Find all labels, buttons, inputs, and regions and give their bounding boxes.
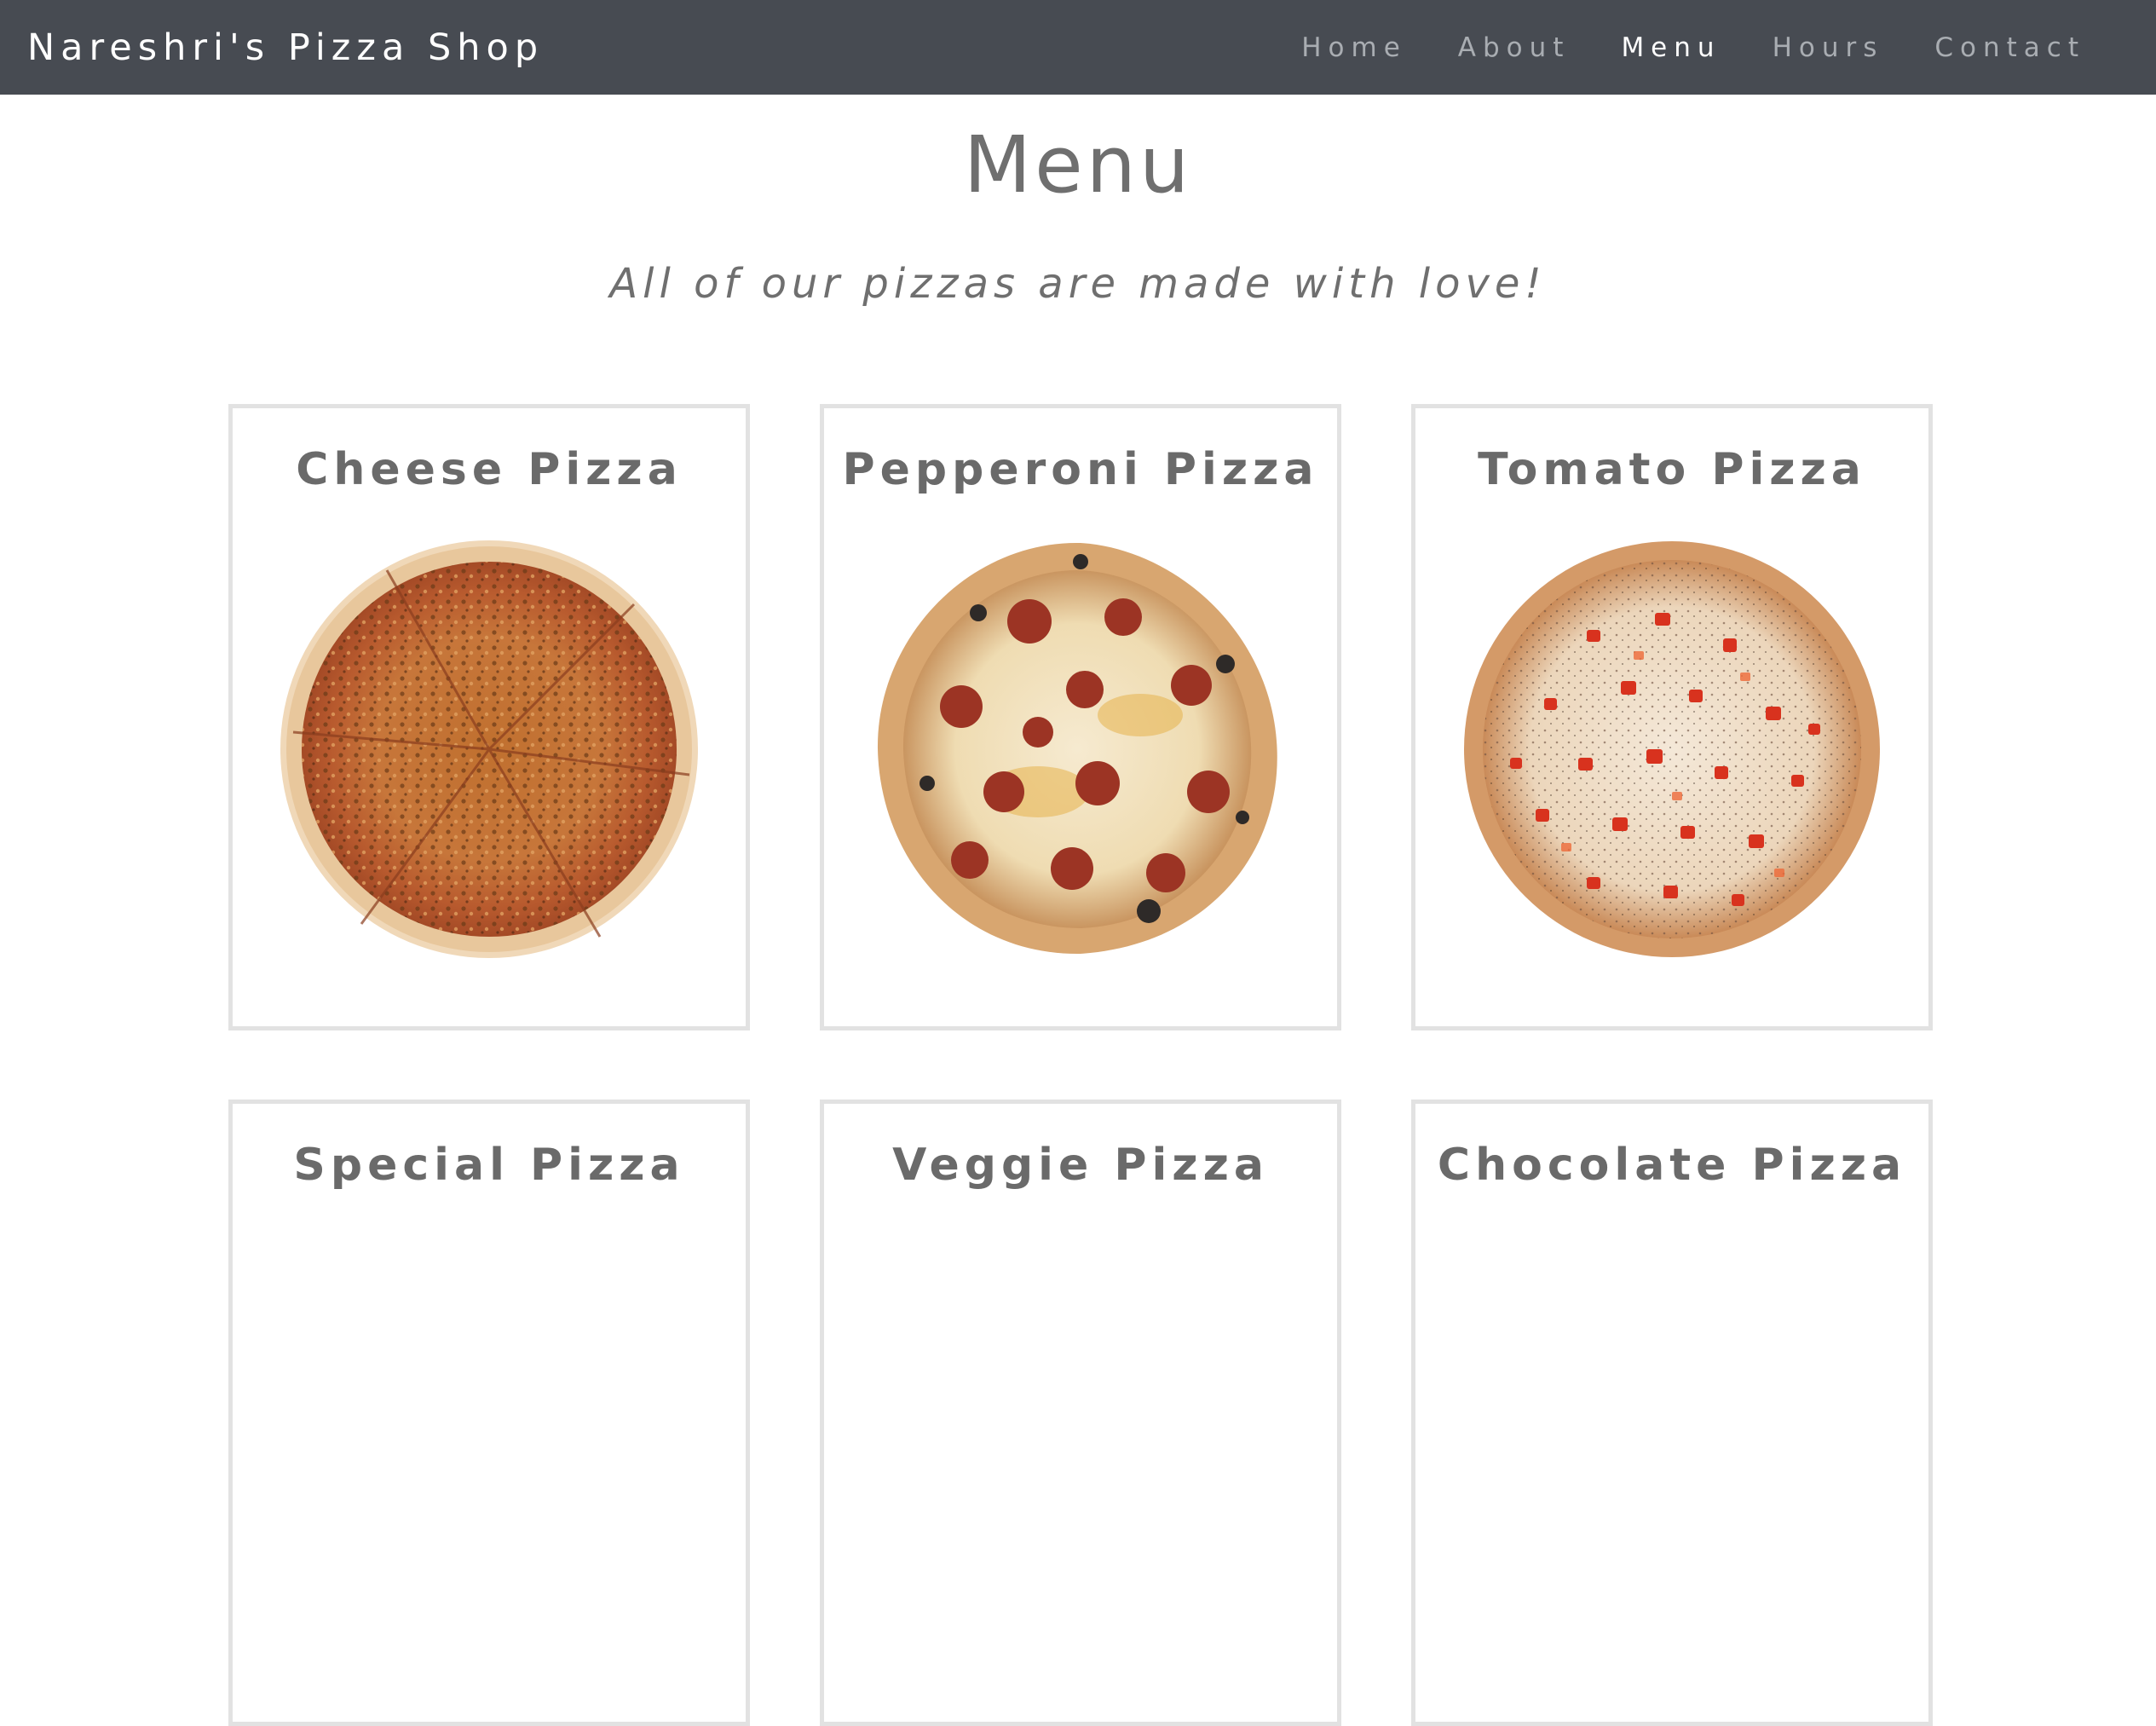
menu-card-title: Cheese Pizza	[296, 444, 683, 495]
menu-card-title: Chocolate Pizza	[1437, 1140, 1907, 1191]
nav-link-contact[interactable]: Contact	[1934, 32, 2085, 63]
top-navbar: Nareshri's Pizza Shop Home About Menu Ho…	[0, 0, 2156, 95]
menu-card-title: Special Pizza	[293, 1140, 685, 1191]
nav-link-about[interactable]: About	[1458, 32, 1571, 63]
menu-card-chocolate[interactable]: Chocolate Pizza	[1411, 1100, 1933, 1726]
menu-card-cheese[interactable]: Cheese Pizza	[228, 404, 750, 1030]
cheese-pizza-image	[280, 540, 698, 958]
menu-card-title: Tomato Pizza	[1478, 444, 1866, 495]
menu-card-pepperoni[interactable]: Pepperoni Pizza	[820, 404, 1341, 1030]
menu-card-title: Veggie Pizza	[892, 1140, 1269, 1191]
nav-link-hours[interactable]: Hours	[1773, 32, 1884, 63]
page-title: Menu	[963, 119, 1193, 211]
page-tagline: All of our pizzas are made with love!	[609, 260, 1547, 308]
nav-link-home[interactable]: Home	[1301, 32, 1407, 63]
menu-card-title: Pepperoni Pizza	[842, 444, 1319, 495]
menu-card-tomato[interactable]: Tomato Pizza	[1411, 404, 1933, 1030]
nav-links: Home About Menu Hours Contact	[1250, 32, 2085, 63]
tomato-pizza-image	[1464, 541, 1880, 957]
site-brand[interactable]: Nareshri's Pizza Shop	[27, 26, 544, 69]
menu-card-veggie[interactable]: Veggie Pizza	[820, 1100, 1341, 1726]
pepperoni-pizza-image	[877, 542, 1277, 955]
menu-card-special[interactable]: Special Pizza	[228, 1100, 750, 1726]
nav-link-menu[interactable]: Menu	[1621, 32, 1721, 63]
